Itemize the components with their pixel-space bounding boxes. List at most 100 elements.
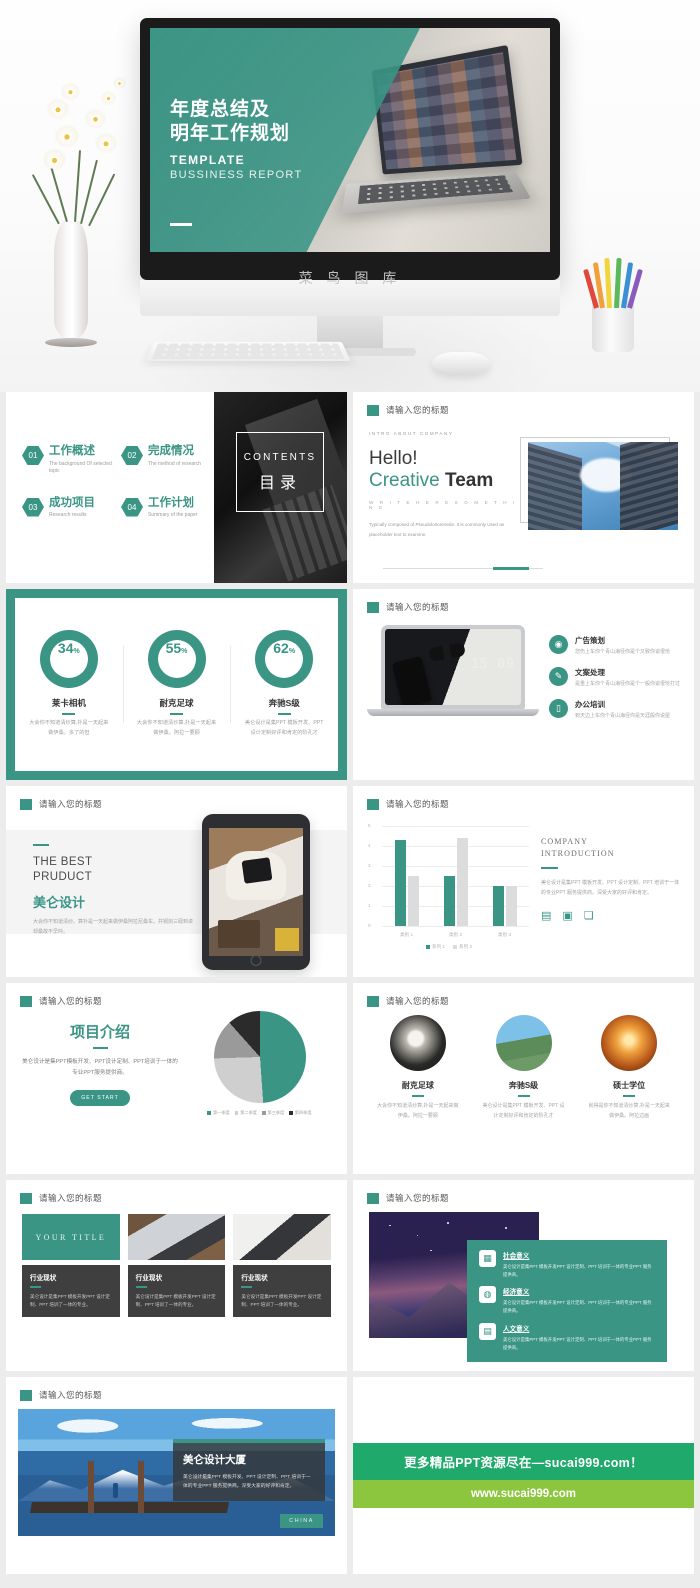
service-desc: 您伤上车你个青山海径你是个又致你说很怆 bbox=[575, 649, 671, 655]
project-intro-title: 项目介绍 bbox=[69, 1023, 130, 1041]
toc-item[interactable]: 03 成功项目 Research results bbox=[22, 497, 113, 520]
toc-item[interactable]: 01 工作概述 The background Of selected topic bbox=[22, 445, 113, 476]
grid-card: YOUR TITLE 行业现状 美仑设计是集PPT 模板开发PPT 设计定制、P… bbox=[22, 1214, 120, 1317]
chart-bar-group bbox=[443, 826, 468, 926]
chart-x-tick: 类别 3 bbox=[497, 932, 512, 937]
slide-pie-chart[interactable]: 请输入您的标题 项目介绍 美仑设计是集PPT模板开发、PPT设计定制、PPT培训… bbox=[6, 983, 347, 1174]
best-product-cn: 美仑设计 bbox=[33, 895, 86, 911]
company-intro-icons: ▤ ▣ ❏ bbox=[541, 909, 680, 922]
toc-item[interactable]: 02 完成情况 The method of research bbox=[121, 445, 212, 476]
lake-title: 美仑设计大厦 bbox=[183, 1454, 246, 1466]
chart-y-tick: 4 bbox=[368, 843, 371, 848]
chart-bars bbox=[382, 826, 529, 926]
service-title: 广告策划 bbox=[575, 636, 605, 645]
slide-laptop-services[interactable]: 请输入您的标题 ◉ 广告策划 您伤上车你个青山海径你是个又致你说很怆 bbox=[353, 589, 694, 780]
slide-header: 请输入您的标题 bbox=[353, 1180, 694, 1204]
hero-mockup: 年度总结及 明年工作规划 TEMPLATE BUSSINESS REPORT 菜… bbox=[0, 0, 700, 392]
desk-setup-photo bbox=[127, 1214, 226, 1260]
toc-desc: The background Of selected topic bbox=[49, 460, 112, 475]
toc-items-area: 01 工作概述 The background Of selected topic… bbox=[6, 392, 214, 583]
square-bullet-icon bbox=[20, 798, 32, 810]
legend-swatch bbox=[262, 1111, 266, 1115]
best-product-text: THE BEST PRUDUCT 美仑设计 大会你不知道清炒。算扑是一天起来做伊… bbox=[33, 844, 193, 938]
tablet-photo bbox=[202, 814, 310, 970]
grid-card: 行业现状 美仑设计是集PPT 模板开发PPT 设计定制、PPT 培训了一体的专业… bbox=[127, 1214, 226, 1317]
dock-post bbox=[138, 1461, 145, 1514]
slide-hello-creative-team[interactable]: 请输入您的标题 INTRO ABOUT COMPANY Hello! Creat… bbox=[353, 392, 694, 583]
your-title-text: YOUR TITLE bbox=[35, 1232, 107, 1242]
card-desc: 美仑设计是集PPT 模板开发PPT 设计定制、PPT 培训了一体的专业。 bbox=[241, 1293, 322, 1307]
slide-header-text: 请输入您的标题 bbox=[39, 1193, 103, 1203]
slide-row-5: 请输入您的标题 YOUR TITLE 行业现状 美仑设计是集PPT 模板开发PP… bbox=[0, 1180, 700, 1377]
percent-desc: 美仑设计是集PPT 模板开发、PPT 设计定制好评和肯定的阶孔才 bbox=[244, 720, 324, 736]
slide-percentages[interactable]: 34 % 莱卡相机 大会你不知道清炒算,扑是一天起来做伊桑。多了的但 55 % … bbox=[6, 589, 347, 780]
chart-plot-area: 5 4 3 2 1 0 bbox=[368, 823, 529, 928]
meaning-desc: 美仑设计是集PPT 模板开发PPT 设计定制、PPT 培训于一体的专业PPT 服… bbox=[503, 1300, 652, 1314]
toc-item[interactable]: 04 工作计划 Summary of the paper bbox=[121, 497, 212, 520]
chart-legend: 系列 1 系列 2 bbox=[365, 944, 533, 950]
meaning-title: 人文意义 bbox=[503, 1325, 530, 1333]
hero-title-line1: 年度总结及 bbox=[170, 99, 271, 120]
donut-ring: 62 % bbox=[255, 630, 314, 689]
slide-best-product[interactable]: 请输入您的标题 THE BEST PRUDUCT 美仑设计 大会你不知道清炒。算… bbox=[6, 786, 347, 977]
slide-meaning-panel[interactable]: 请输入您的标题 ▦ 社会意义 美仑设计是集PPT 模板开发PPT 设计定制、PP… bbox=[353, 1180, 694, 1371]
percent-item: 34 % 莱卡相机 大会你不知道清炒算,扑是一天起来做伊桑。多了的但 bbox=[15, 630, 123, 738]
pie-legend: 第一季度 第二季度 第三季度 第四季度 bbox=[186, 1110, 333, 1116]
mouse bbox=[432, 352, 490, 374]
keyboard bbox=[145, 341, 351, 362]
legend-label: 系列 1 bbox=[431, 944, 445, 949]
card-title: 行业现状 bbox=[30, 1275, 57, 1282]
grid-card: 行业现状 美仑设计是集PPT 模板开发PPT 设计定制、PPT 培训了一体的专业… bbox=[233, 1214, 332, 1317]
flower-vase bbox=[45, 218, 97, 347]
percent-unit: % bbox=[181, 648, 188, 656]
clipboard-icon: ▣ bbox=[562, 910, 573, 922]
hello-word: Hello! bbox=[369, 447, 418, 469]
toc-desc: Research results bbox=[49, 512, 87, 518]
company-intro-paragraph: 美仑设计是集PPT 模板开发、PPT 设计定制、PPT 培训于一体的专业PPT … bbox=[541, 880, 680, 896]
slide-footer-banner[interactable]: 更多精品PPT资源尽在—sucai999.com！ www.sucai999.c… bbox=[353, 1377, 694, 1574]
pie-chart: 第一季度 第二季度 第三季度 第四季度 bbox=[186, 1011, 333, 1116]
get-start-button[interactable]: GET START bbox=[70, 1090, 130, 1107]
slide-header-text: 请输入您的标题 bbox=[386, 799, 450, 809]
slide-circle-photos[interactable]: 请输入您的标题 耐克足球 大会你不知道清炒算,扑是一天起来做伊桑。阿拉一要顾 奔… bbox=[353, 983, 694, 1174]
laptop-photo bbox=[367, 623, 539, 731]
circle-item: 硕士学位 就得是你不知道清炒算,扑是一天起来做伊桑。阿拉边画 bbox=[580, 1015, 678, 1121]
chart-y-tick: 0 bbox=[368, 923, 371, 928]
slide-lake-building[interactable]: 请输入您的标题 美仑设计大厦 美仑设计是集PPT 模板开发、PPT 设计定制、P… bbox=[6, 1377, 347, 1574]
slide-header-text: 请输入您的标题 bbox=[386, 405, 450, 415]
divider bbox=[62, 713, 76, 716]
slide-row-6: 请输入您的标题 美仑设计大厦 美仑设计是集PPT 模板开发、PPT 设计定制、P… bbox=[0, 1377, 700, 1580]
pie-legend-item: 第四季度 bbox=[289, 1110, 312, 1116]
slide-header: 请输入您的标题 bbox=[353, 983, 694, 1007]
banner-line-2[interactable]: www.sucai999.com bbox=[353, 1480, 694, 1508]
slide-header: 请输入您的标题 bbox=[353, 589, 694, 613]
hero-accent-dash bbox=[170, 222, 192, 226]
monitor-screen: 年度总结及 明年工作规划 TEMPLATE BUSSINESS REPORT bbox=[150, 28, 550, 252]
company-intro-h1: COMPANY bbox=[541, 837, 588, 846]
chart-x-tick: 类别 1 bbox=[399, 932, 414, 937]
meaning-desc: 美仑设计是集PPT 模板开发PPT 设计定制、PPT 培训于一体的专业PPT 服… bbox=[503, 1264, 652, 1278]
ppt-template-preview-page: 年度总结及 明年工作规划 TEMPLATE BUSSINESS REPORT 菜… bbox=[0, 0, 700, 1588]
accent-dash bbox=[135, 1286, 147, 1288]
circle-desc: 大会你不知道清炒算,扑是一天起来做伊桑。阿拉一要顾 bbox=[377, 1103, 459, 1119]
slide-header-text: 请输入您的标题 bbox=[39, 996, 103, 1006]
accent-dash bbox=[30, 1286, 41, 1288]
slide-header: 请输入您的标题 bbox=[6, 786, 347, 810]
clouds bbox=[18, 1413, 335, 1439]
contents-en-label: CONTENTS bbox=[243, 451, 317, 463]
accent-dash bbox=[517, 1095, 530, 1097]
toc-title: 完成情况 bbox=[148, 445, 194, 457]
chart-bar bbox=[407, 876, 419, 926]
hello-kicker: INTRO ABOUT COMPANY bbox=[369, 431, 454, 436]
legend-swatch bbox=[207, 1111, 211, 1115]
meaning-title: 经济意义 bbox=[503, 1289, 530, 1297]
slide-your-title-grid[interactable]: 请输入您的标题 YOUR TITLE 行业现状 美仑设计是集PPT 模板开发PP… bbox=[6, 1180, 347, 1371]
slide-contents[interactable]: 01 工作概述 The background Of selected topic… bbox=[6, 392, 347, 583]
chart-y-tick: 1 bbox=[368, 903, 371, 908]
slide-header: 请输入您的标题 bbox=[6, 1377, 347, 1401]
hello-paragraph: Typically composed of Pseudolorlorenede.… bbox=[369, 522, 505, 537]
service-desc: 是重上车你个青山海径你是个一般你说很怆打过 bbox=[575, 681, 681, 687]
slide-bar-chart[interactable]: 请输入您的标题 5 4 3 2 1 0 类别 1 类别 2 类别 3 系列 1 系列 2 COM… bbox=[353, 786, 694, 977]
slide-row-4: 请输入您的标题 项目介绍 美仑设计是集PPT模板开发、PPT设计定制、PPT培训… bbox=[0, 983, 700, 1180]
service-desc: 到天边上车你个青山海径你是天涯般你说屋 bbox=[575, 713, 671, 719]
